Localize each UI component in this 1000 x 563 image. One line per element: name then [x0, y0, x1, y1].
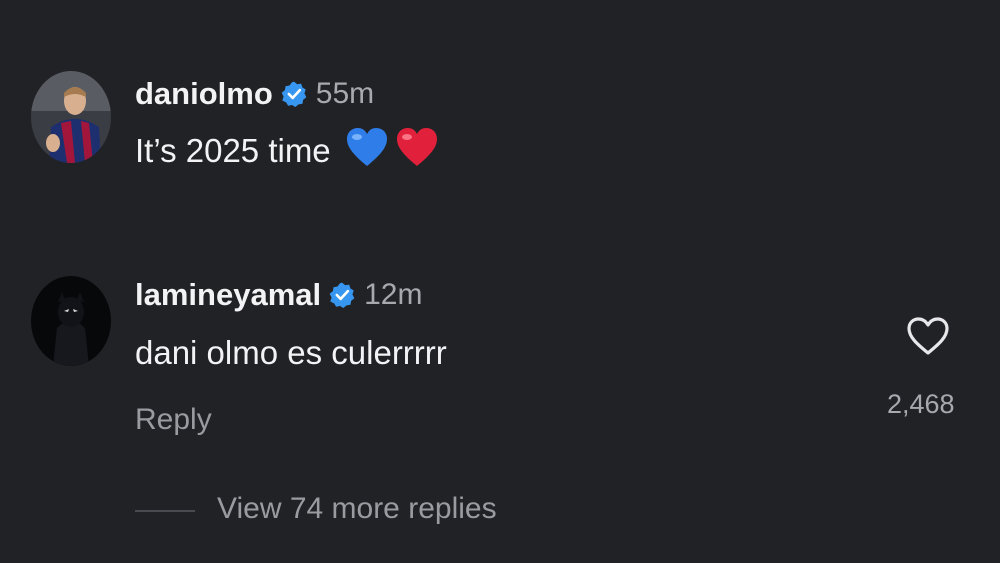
view-replies-divider [135, 510, 195, 512]
comment-text: dani olmo es culerrrrr [135, 330, 447, 376]
comment-header: lamineyamal 12m [135, 277, 422, 313]
comment-time: 55m [315, 77, 375, 110]
comment-text: It’s 2025 time [135, 128, 439, 174]
heart-outline-icon[interactable] [906, 316, 950, 356]
verified-badge-icon [329, 282, 355, 308]
view-more-replies-button[interactable]: View 74 more replies [217, 492, 497, 526]
comment-time: 12m [364, 278, 423, 311]
avatar-lamineyamal[interactable] [31, 276, 111, 366]
reply-button[interactable]: Reply [135, 403, 212, 437]
avatar-daniolmo[interactable] [31, 71, 111, 163]
comment-text-content: dani olmo es culerrrrr [135, 334, 447, 371]
verified-badge-icon [281, 81, 307, 107]
like-count: 2,468 [887, 389, 955, 419]
red-heart-icon [395, 126, 439, 176]
blue-heart-icon [345, 126, 389, 176]
comments-screen: daniolmo 55m It’s 2025 time lamineyamal … [0, 0, 1000, 563]
username[interactable]: daniolmo [135, 76, 273, 112]
comment-text-content: It’s 2025 time [135, 132, 331, 169]
username[interactable]: lamineyamal [135, 277, 321, 313]
comment-header: daniolmo 55m [135, 76, 374, 112]
